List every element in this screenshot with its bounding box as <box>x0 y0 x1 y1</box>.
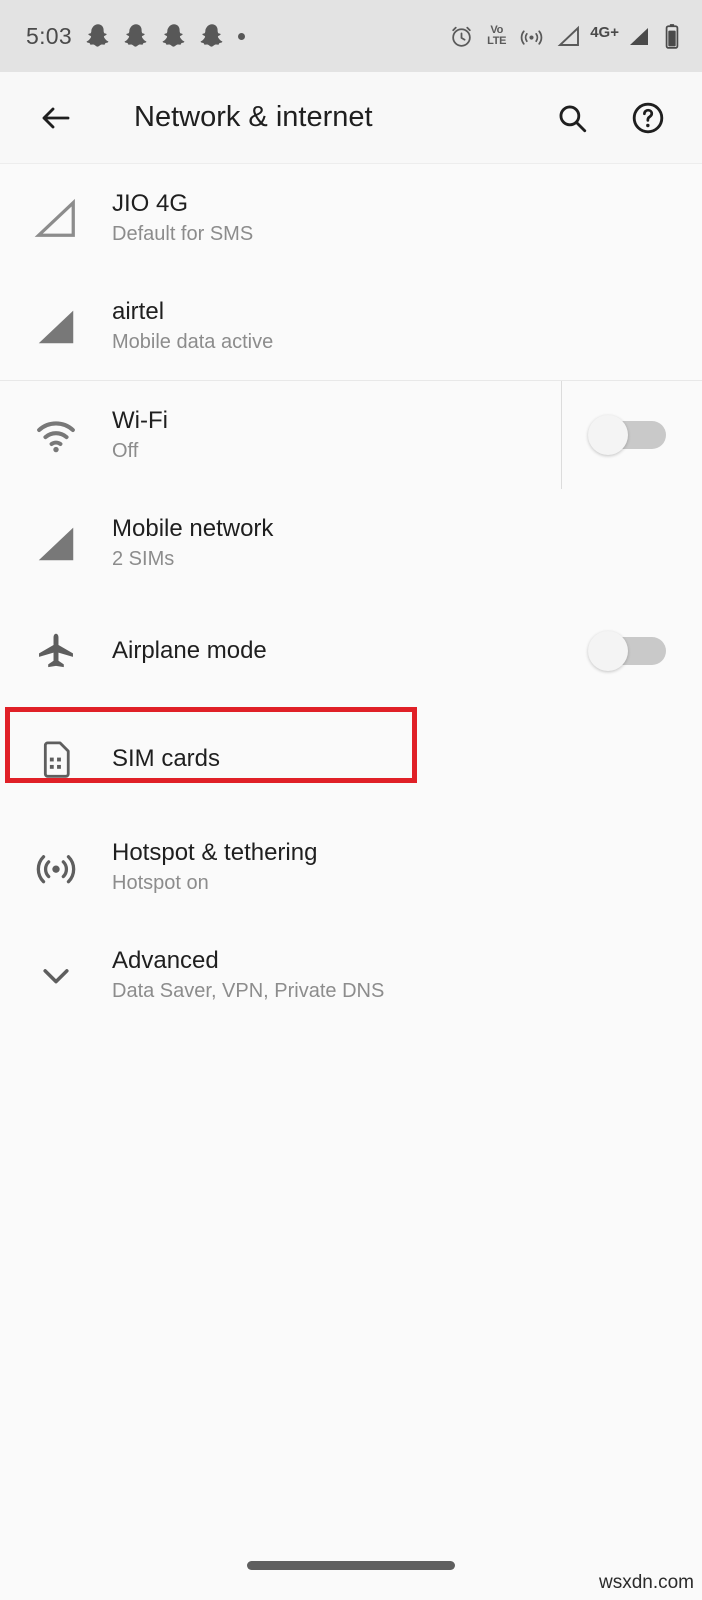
hotspot-icon <box>519 24 544 49</box>
list-item-subtitle: Default for SMS <box>112 222 254 245</box>
list-item-title: Advanced <box>112 947 219 975</box>
signal-empty-icon <box>0 195 112 241</box>
list-item-hotspot-tethering[interactable]: Hotspot & tethering Hotspot on <box>0 813 702 921</box>
status-bar: 5:03 Vo LTE 4G+ <box>0 0 702 72</box>
page-title: Network & internet <box>134 101 373 133</box>
list-item-title: Hotspot & tethering <box>112 839 318 867</box>
list-item-subtitle: 2 SIMs <box>112 547 175 570</box>
list-item-title: Wi-Fi <box>112 407 168 435</box>
network-type-label: 4G+ <box>590 24 619 41</box>
alarm-clock-icon <box>449 24 474 49</box>
list-item-sim-cards[interactable]: SIM cards <box>0 705 702 813</box>
list-item-title: Airplane mode <box>112 637 267 665</box>
overflow-dot-icon <box>237 32 245 40</box>
list-item-mobile-network[interactable]: Mobile network 2 SIMs <box>0 489 702 597</box>
airplane-icon <box>0 629 112 673</box>
sim-card-icon <box>0 738 112 780</box>
list-item-wifi[interactable]: Wi-Fi Off <box>0 381 702 489</box>
hotspot-icon <box>0 845 112 889</box>
status-bar-left: 5:03 <box>26 23 245 50</box>
status-bar-right: Vo LTE 4G+ <box>449 0 680 72</box>
wifi-toggle[interactable] <box>588 415 666 455</box>
list-item-subtitle: Data Saver, VPN, Private DNS <box>112 979 385 1002</box>
list-item-title: SIM cards <box>112 745 221 773</box>
signal-full-icon <box>627 24 651 48</box>
watermark: wsxdn.com <box>598 1572 694 1593</box>
list-item-subtitle: Hotspot on <box>112 871 209 894</box>
battery-icon <box>664 23 680 49</box>
wifi-icon <box>0 412 112 458</box>
list-item-subtitle: Mobile data active <box>112 330 274 353</box>
signal-empty-icon <box>557 24 581 48</box>
snapchat-ghost-icon <box>124 23 148 49</box>
airplane-mode-toggle[interactable] <box>588 631 666 671</box>
arrow-back-icon[interactable] <box>30 92 82 144</box>
list-item-title: Mobile network <box>112 515 274 543</box>
status-bar-clock: 5:03 <box>26 22 72 49</box>
airplane-toggle-container <box>562 597 680 705</box>
help-circle-icon[interactable] <box>622 92 674 144</box>
list-item-airplane-mode[interactable]: Airplane mode <box>0 597 702 705</box>
chevron-down-icon <box>0 955 112 995</box>
signal-full-icon <box>0 520 112 566</box>
signal-full-icon <box>0 303 112 349</box>
navigation-bar: wsxdn.com <box>0 1522 702 1600</box>
snapchat-ghost-icon <box>162 23 186 49</box>
list-item-subtitle: Off <box>112 439 139 462</box>
wifi-toggle-container <box>561 381 680 489</box>
list-item-title: JIO 4G <box>112 190 189 218</box>
toggle-thumb <box>588 415 628 455</box>
snapchat-ghost-icon <box>86 23 110 49</box>
snapchat-ghost-icon <box>200 23 224 49</box>
search-icon[interactable] <box>546 92 598 144</box>
list-item-title: airtel <box>112 298 165 326</box>
sim-list: JIO 4G Default for SMS airtel Mobile dat… <box>0 164 702 1029</box>
list-item-jio[interactable]: JIO 4G Default for SMS <box>0 164 702 272</box>
home-gesture-pill[interactable] <box>247 1561 455 1570</box>
toggle-thumb <box>588 631 628 671</box>
list-item-airtel[interactable]: airtel Mobile data active <box>0 272 702 380</box>
volte-icon: Vo LTE <box>487 24 507 47</box>
list-item-advanced[interactable]: Advanced Data Saver, VPN, Private DNS <box>0 921 702 1029</box>
app-bar: Network & internet <box>0 72 702 164</box>
